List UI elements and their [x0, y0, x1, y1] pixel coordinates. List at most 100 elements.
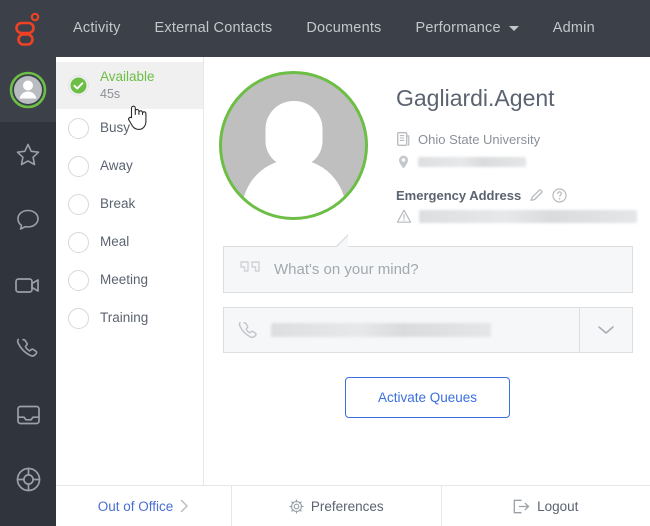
gear-icon — [289, 498, 304, 514]
nav-links: Activity External Contacts Documents Per… — [56, 0, 612, 57]
building-icon — [396, 132, 411, 146]
profile-info: Gagliardi.Agent Ohio State University Em… — [396, 71, 637, 224]
radio-unselected-icon — [68, 231, 89, 253]
chat-bubble-icon — [17, 209, 39, 230]
phone-number-redacted — [271, 323, 491, 337]
nav-link-documents[interactable]: Documents — [289, 0, 398, 57]
status-panel: Available 45s Busy Away Break Meal Meeti… — [56, 57, 204, 485]
status-message-input[interactable]: What's on your mind? — [223, 234, 633, 293]
rail-item-voicemail[interactable] — [0, 382, 56, 447]
profile-location-row — [396, 152, 637, 172]
phone-number-selector[interactable] — [223, 307, 633, 353]
phone-handset-icon — [238, 320, 259, 341]
chevron-right-icon — [180, 499, 189, 513]
rail-item-video[interactable] — [0, 252, 56, 317]
app-root: Activity External Contacts Documents Per… — [0, 0, 650, 526]
location-pin-icon — [396, 155, 411, 169]
status-item-available-timer: 45s — [100, 87, 121, 101]
nav-link-admin-label: Admin — [552, 20, 595, 36]
top-navigation-bar: Activity External Contacts Documents Per… — [0, 0, 650, 57]
warning-triangle-icon — [396, 209, 412, 224]
radio-unselected-icon — [68, 193, 89, 215]
preferences-button[interactable]: Preferences — [231, 486, 442, 526]
nav-link-documents-label: Documents — [306, 20, 382, 36]
genesys-logo-icon — [15, 12, 40, 46]
status-item-meeting-label: Meeting — [100, 272, 149, 287]
status-item-available-text: Available 45s — [100, 69, 155, 102]
radio-unselected-icon — [68, 117, 89, 139]
status-item-away[interactable]: Away — [56, 147, 203, 185]
logout-button[interactable]: Logout — [442, 486, 650, 526]
radio-unselected-icon — [68, 307, 89, 329]
page-title: Gagliardi.Agent — [396, 85, 555, 111]
emergency-address-value-row — [396, 209, 637, 224]
quote-marks-icon — [240, 261, 262, 278]
status-item-available[interactable]: Available 45s — [56, 62, 203, 109]
chevron-down-icon — [598, 326, 614, 334]
activate-queues-button[interactable]: Activate Queues — [344, 377, 511, 418]
status-item-busy-label: Busy — [100, 120, 131, 135]
phone-icon — [16, 338, 37, 357]
status-item-busy[interactable]: Busy — [56, 109, 203, 147]
footer-bar: Out of Office Preferences Logout — [56, 485, 650, 526]
status-item-meal[interactable]: Meal — [56, 223, 203, 261]
nav-link-activity[interactable]: Activity — [56, 0, 138, 57]
chevron-down-icon — [508, 26, 519, 31]
profile-header: Gagliardi.Agent Ohio State University Em… — [205, 57, 650, 224]
check-circle-icon — [68, 75, 89, 96]
status-item-break-text: Break — [100, 196, 135, 212]
genesys-logo[interactable] — [0, 0, 56, 57]
status-item-training-label: Training — [100, 310, 149, 325]
phone-dropdown-button[interactable] — [579, 308, 632, 352]
rail-item-chat[interactable] — [0, 187, 56, 252]
out-of-office-label: Out of Office — [97, 498, 174, 514]
logout-label: Logout — [537, 498, 579, 514]
rail-item-profile[interactable] — [0, 57, 56, 122]
avatar-head — [265, 101, 322, 167]
phone-number-display[interactable] — [224, 308, 579, 352]
status-item-training[interactable]: Training — [56, 299, 203, 337]
radio-unselected-icon — [68, 269, 89, 291]
profile-location-redacted — [418, 157, 526, 167]
profile-organization: Ohio State University — [418, 131, 541, 147]
status-item-training-text: Training — [100, 310, 148, 326]
inbox-icon — [16, 405, 40, 424]
profile-organization-row: Ohio State University — [396, 129, 637, 149]
rail-item-help[interactable] — [0, 447, 56, 512]
rail-item-favorites[interactable] — [0, 122, 56, 187]
avatar-body — [241, 159, 346, 217]
nav-link-activity-label: Activity — [73, 20, 121, 36]
pencil-icon[interactable] — [529, 188, 544, 203]
status-item-away-text: Away — [100, 158, 133, 174]
nav-link-performance-label: Performance — [415, 20, 501, 36]
nav-link-performance[interactable]: Performance — [399, 0, 536, 57]
nav-link-admin[interactable]: Admin — [536, 0, 612, 57]
question-circle-icon[interactable] — [552, 188, 567, 203]
emergency-address-title: Emergency Address — [396, 188, 522, 203]
nav-link-external-contacts-label: External Contacts — [154, 20, 273, 36]
nav-link-external-contacts[interactable]: External Contacts — [138, 0, 290, 57]
out-of-office-button[interactable]: Out of Office — [56, 486, 231, 526]
emergency-address-section: Emergency Address — [396, 188, 637, 224]
emergency-address-redacted — [419, 210, 637, 223]
status-item-meal-label: Meal — [100, 234, 130, 249]
lifebuoy-icon — [16, 467, 40, 492]
profile-meta: Ohio State University — [396, 129, 637, 172]
radio-unselected-icon — [68, 155, 89, 177]
status-item-break[interactable]: Break — [56, 185, 203, 223]
preferences-label: Preferences — [310, 498, 384, 514]
status-item-meeting-text: Meeting — [100, 272, 148, 288]
person-icon — [9, 71, 47, 108]
logout-arrow-icon — [513, 499, 530, 514]
activate-queues-row: Activate Queues — [205, 377, 650, 418]
avatar[interactable] — [219, 71, 368, 220]
status-item-meeting[interactable]: Meeting — [56, 261, 203, 299]
status-item-meal-text: Meal — [100, 234, 129, 250]
left-icon-rail — [0, 57, 56, 526]
emergency-address-header: Emergency Address — [396, 188, 637, 203]
main-content: Gagliardi.Agent Ohio State University Em… — [205, 57, 650, 485]
video-camera-icon — [15, 277, 39, 293]
status-item-away-label: Away — [100, 158, 133, 173]
rail-item-calls[interactable] — [0, 317, 56, 382]
status-message-placeholder: What's on your mind? — [274, 261, 419, 278]
